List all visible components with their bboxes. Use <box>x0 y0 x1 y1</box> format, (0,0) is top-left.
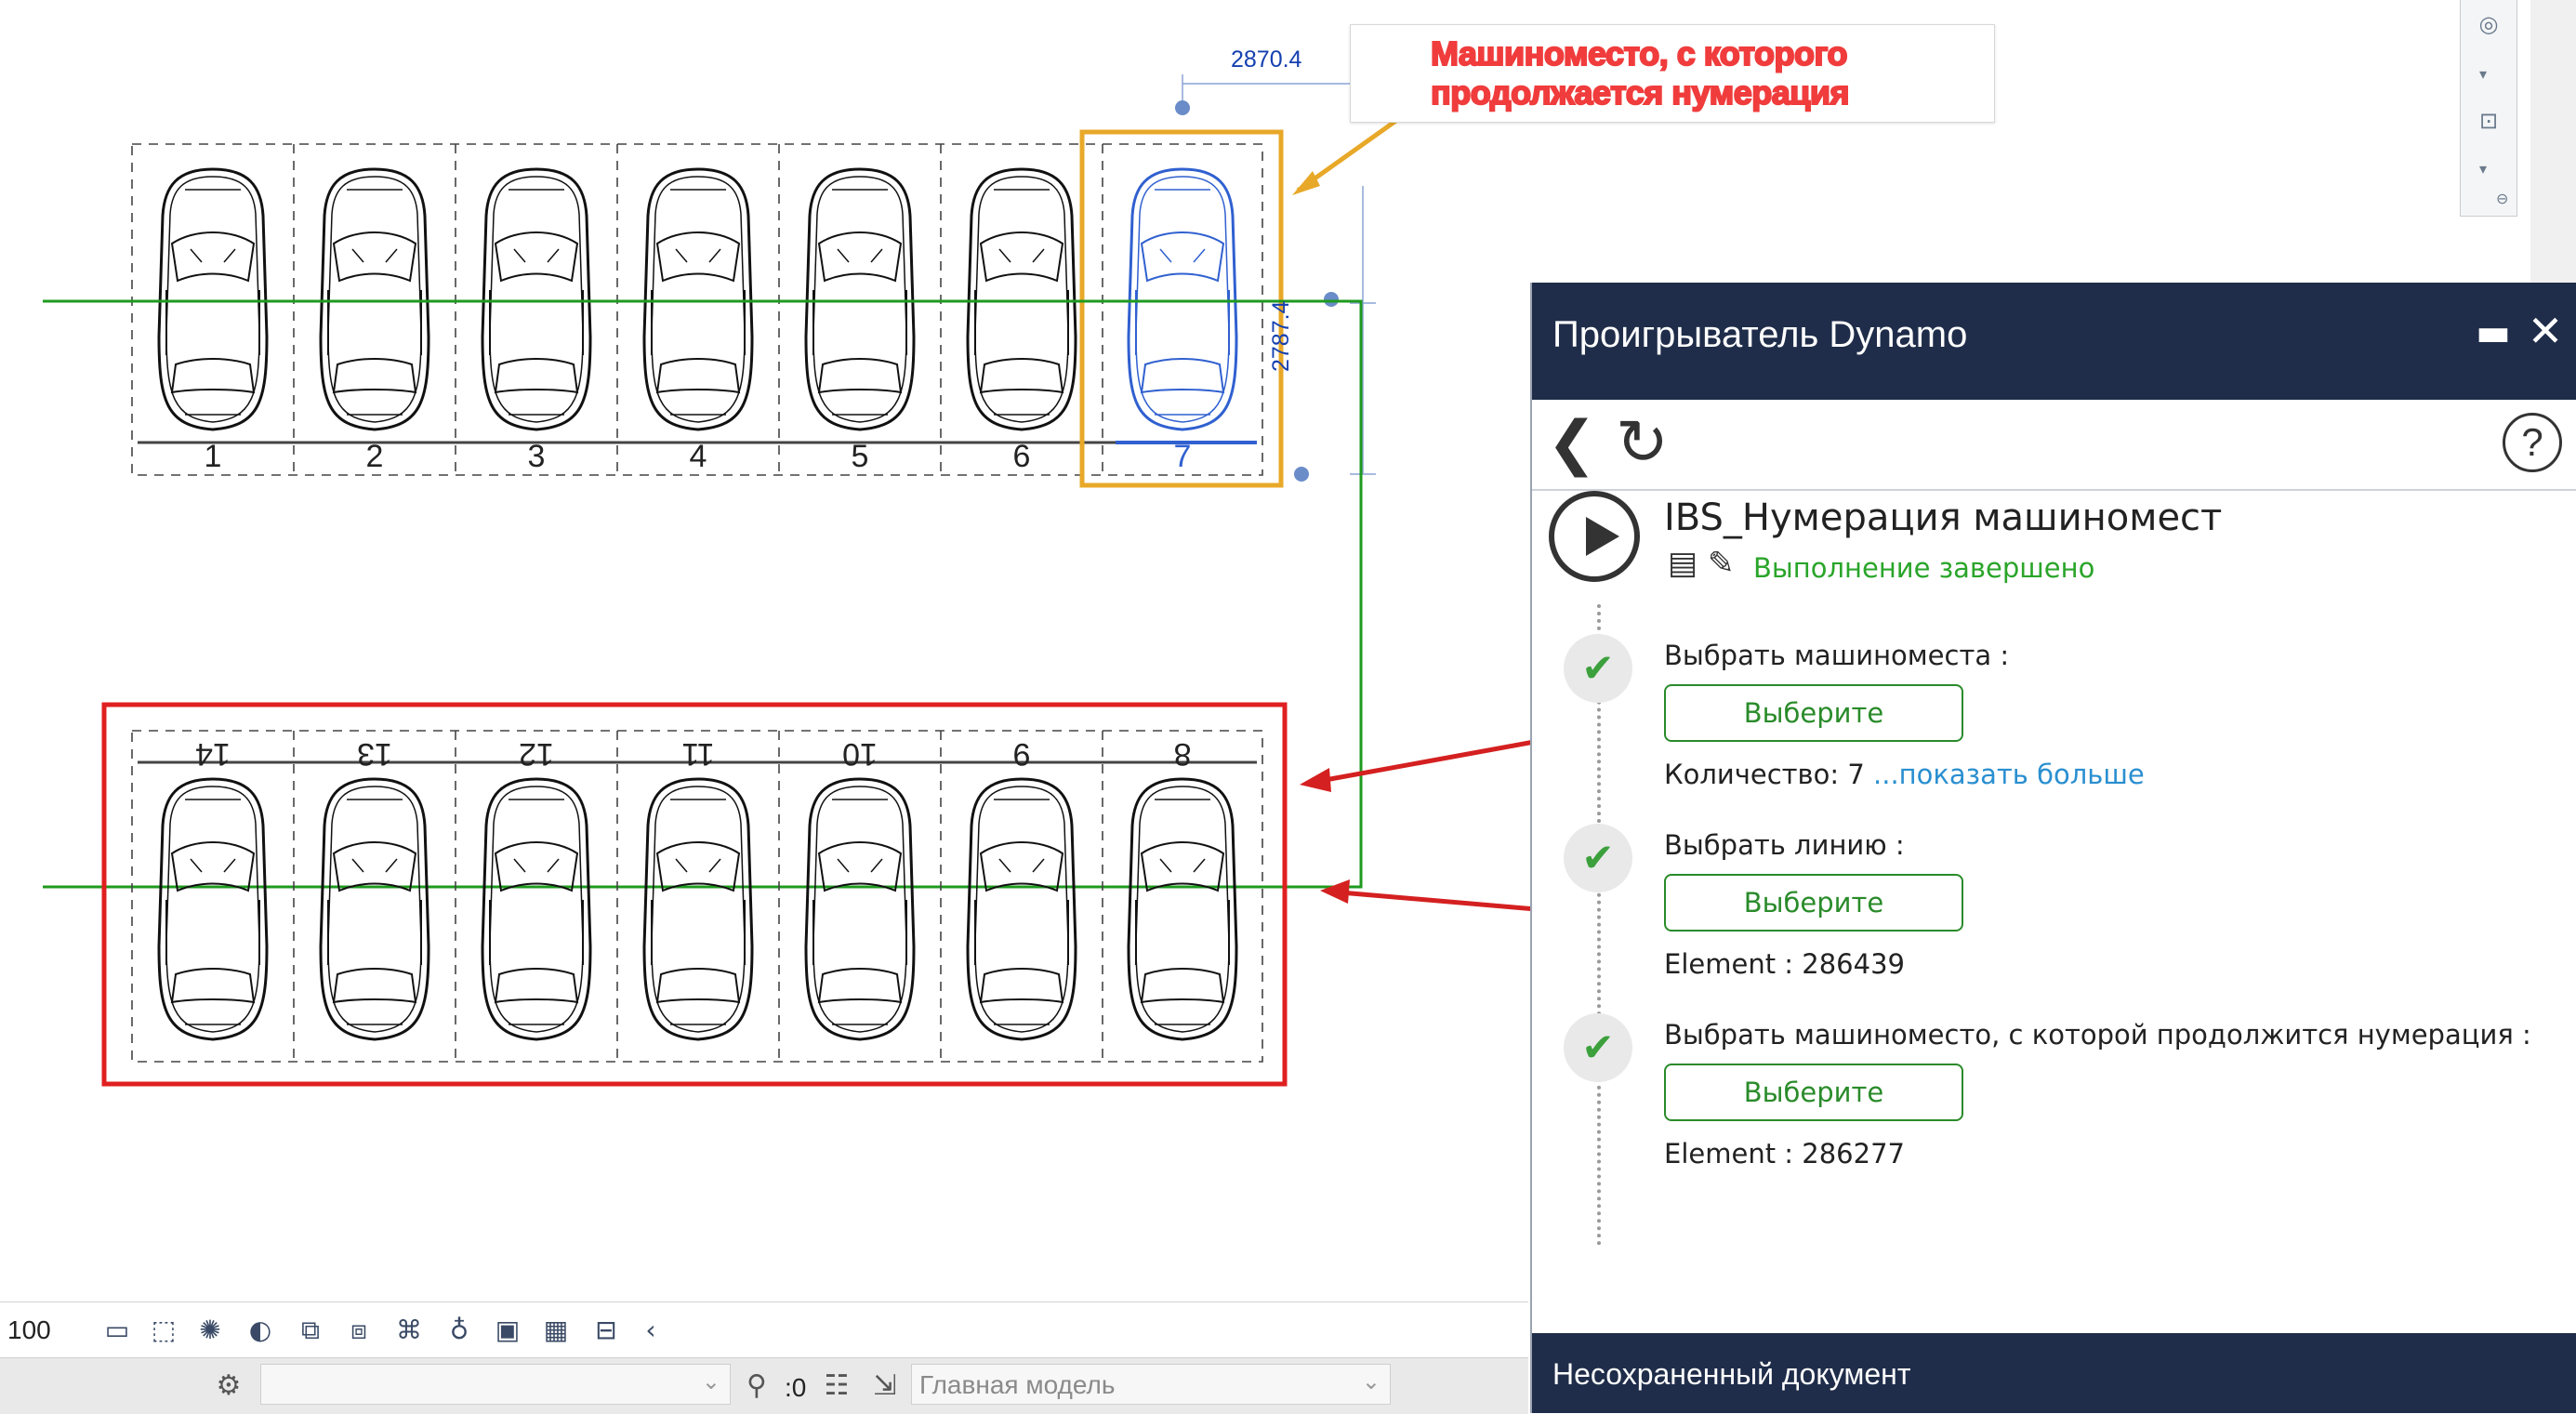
start-slot-frame <box>1079 129 1284 488</box>
reveal-hidden-icon[interactable]: ♁ <box>441 1314 478 1347</box>
step-label: Выбрать машиноместо, с которой продолжит… <box>1664 1019 2531 1051</box>
view-control-bar: 100 ▭ ⬚ ✺ ◐ ⧉ ⧈ ⌘ ♁ ▣ ▦ ⊟ ‹ <box>0 1302 1528 1358</box>
checkmark-icon: ✔ <box>1564 1013 1632 1082</box>
top-slot-number: 4 <box>690 439 707 474</box>
step-result: Element : 286277 <box>1664 1138 1905 1170</box>
bottom-row-numbers: 14 13 12 11 10 9 8 <box>195 736 1191 772</box>
chevron-down-icon[interactable]: ▾ <box>2479 160 2487 178</box>
top-slot-number: 2 <box>366 439 384 474</box>
drag-grip-top <box>1175 100 1190 115</box>
analytical-model-icon[interactable]: ▦ <box>537 1314 575 1347</box>
dimension-label-horizontal[interactable]: 2870.4 <box>1231 46 1301 73</box>
steering-wheel-icon[interactable]: ◎ <box>2472 7 2505 41</box>
close-icon[interactable]: ✕ <box>2525 303 2566 359</box>
refresh-icon[interactable]: ↻ <box>1616 409 1681 478</box>
callout-line: продолжается нумерация <box>1430 73 1851 112</box>
bottom-row-cars <box>157 777 1238 1041</box>
filter-icon[interactable]: ☷ <box>818 1368 855 1405</box>
design-options-icon[interactable]: ⇲ <box>866 1368 904 1405</box>
worksets-icon[interactable]: ⚙ <box>210 1368 247 1405</box>
script-actions: ▤ ✎ <box>1668 545 1734 582</box>
selected-car <box>1127 167 1238 431</box>
navigation-bar: ◎ ▾ ⊡ ▾ ⊖ <box>2460 0 2517 217</box>
show-more-link[interactable]: ...показать больше <box>1873 759 2145 790</box>
editable-only-icon[interactable]: ⚲ <box>738 1368 775 1405</box>
select-button[interactable]: Выберите <box>1664 874 1963 932</box>
run-button[interactable] <box>1549 491 1640 582</box>
sun-path-icon[interactable]: ✺ <box>192 1314 229 1347</box>
script-name: IBS_Нумерация машиномест <box>1664 496 2223 539</box>
edit-pencil-icon[interactable]: ✎ <box>1708 545 1735 582</box>
select-button[interactable]: Выберите <box>1664 684 1963 742</box>
top-slot-number: 7 <box>1174 439 1192 474</box>
crop-view-icon[interactable]: ⧉ <box>292 1314 329 1347</box>
visual-style-icon[interactable]: ⬚ <box>145 1314 182 1347</box>
temp-properties-icon[interactable]: ▣ <box>489 1314 526 1347</box>
view-scale[interactable]: 100 <box>7 1315 51 1345</box>
player-toolbar: ❮ ↻ ? <box>1532 400 2576 491</box>
bottom-slot-number: 8 <box>1174 736 1192 772</box>
count-text: Количество: 7 <box>1664 759 1865 790</box>
bottom-slot-number: 12 <box>519 736 554 772</box>
drag-grip-bottom <box>1294 467 1309 482</box>
help-icon[interactable]: ? <box>2503 413 2562 472</box>
back-icon[interactable]: ❮ <box>1547 411 1599 476</box>
top-row-numbers: 1 2 3 4 5 6 7 <box>205 439 1192 474</box>
collapse-icon[interactable]: ⊖ <box>2496 190 2508 207</box>
step-result: Количество: 7 ...показать больше <box>1664 759 2145 790</box>
step-label: Выбрать линию : <box>1664 829 1905 861</box>
temporary-hide-icon[interactable]: ⌘ <box>390 1314 428 1347</box>
crop-region-icon[interactable]: ⧈ <box>340 1314 377 1347</box>
top-slot-number: 3 <box>528 439 546 474</box>
shadows-icon[interactable]: ◐ <box>242 1314 279 1347</box>
top-slot-number: 1 <box>205 439 222 474</box>
bottom-slot-number: 10 <box>842 736 878 772</box>
zoom-region-icon[interactable]: ⊡ <box>2472 104 2505 138</box>
document-status: Несохраненный документ <box>1552 1357 1911 1391</box>
minimize-icon[interactable]: ▬ <box>2473 305 2514 361</box>
top-row-slots <box>131 143 1263 476</box>
drag-grip-right <box>1324 292 1339 307</box>
design-option-dropdown[interactable]: Главная модель ⌄ <box>911 1364 1391 1405</box>
run-status: Выполнение завершено <box>1753 552 2095 584</box>
chevron-down-icon[interactable]: ▾ <box>2479 65 2487 83</box>
workset-dropdown[interactable]: ⌄ <box>260 1364 731 1405</box>
chevron-left-icon[interactable]: ‹ <box>632 1314 669 1347</box>
checkmark-icon: ✔ <box>1564 824 1632 892</box>
top-slot-number: 5 <box>852 439 869 474</box>
filter-count: :0 <box>785 1373 807 1402</box>
checkmark-icon: ✔ <box>1564 634 1632 703</box>
constraints-icon[interactable]: ⊟ <box>588 1314 625 1347</box>
status-bar: ⚙ ⌄ ⚲ :0 ☷ ⇲ Главная модель ⌄ <box>0 1357 1528 1414</box>
player-footer: Несохраненный документ <box>1532 1333 2576 1413</box>
bottom-slot-number: 13 <box>357 736 392 772</box>
select-button[interactable]: Выберите <box>1664 1064 1963 1121</box>
player-title: Проигрыватель Dynamo <box>1552 314 1968 355</box>
scrollbar[interactable] <box>2530 0 2576 288</box>
detail-level-icon[interactable]: ▭ <box>99 1314 136 1347</box>
top-slot-number: 6 <box>1013 439 1031 474</box>
design-option-value: Главная модель <box>919 1370 1116 1399</box>
dynamo-player-panel: Проигрыватель Dynamo ▬ ✕ ❮ ↻ ? IBS_Нумер… <box>1530 283 2576 1413</box>
data-export-icon[interactable]: ▤ <box>1668 545 1698 582</box>
step-label: Выбрать машиноместа : <box>1664 640 2010 671</box>
chevron-down-icon[interactable]: ⌄ <box>1362 1368 1380 1394</box>
chevron-down-icon[interactable]: ⌄ <box>702 1368 720 1394</box>
bottom-slot-number: 14 <box>195 736 231 772</box>
callout-line: Машиноместо, с которого <box>1430 33 1849 73</box>
player-header: Проигрыватель Dynamo ▬ ✕ <box>1532 283 2576 400</box>
bottom-slot-number: 11 <box>681 736 714 772</box>
step-result: Element : 286439 <box>1664 948 1905 980</box>
callout-text: Машиноместо, с которого продолжается нум… <box>1430 33 1988 112</box>
bottom-slot-number: 9 <box>1013 736 1031 772</box>
dimension-label-vertical[interactable]: 2787.4 <box>1268 301 1295 372</box>
callout-box: Машиноместо, с которого продолжается нум… <box>1350 24 1995 123</box>
